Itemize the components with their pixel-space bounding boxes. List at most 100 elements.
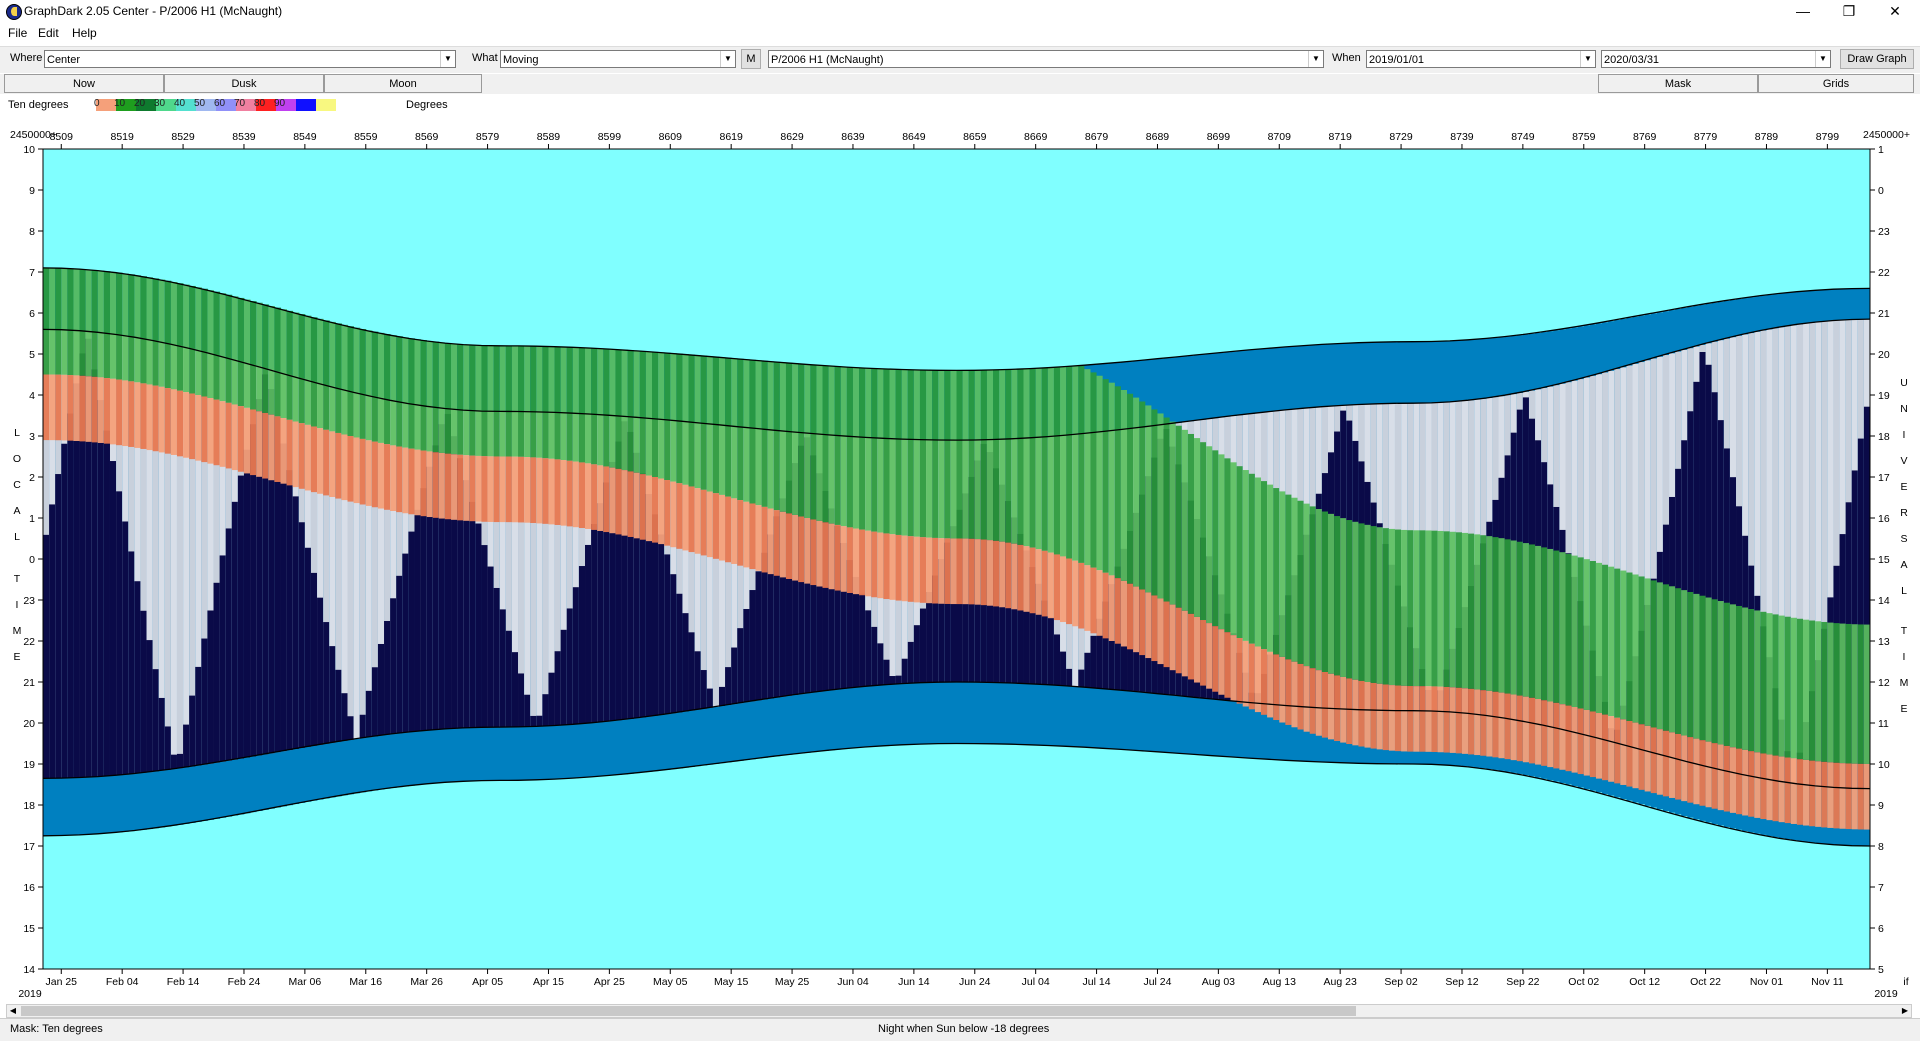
night-bar <box>475 523 482 728</box>
altitude-low-bar <box>1327 673 1335 740</box>
altitude-low-bar <box>396 446 403 513</box>
chevron-down-icon[interactable]: ▼ <box>720 51 735 67</box>
altitude-low-bar <box>639 474 647 540</box>
restore-button[interactable]: ❐ <box>1826 0 1872 24</box>
night-bar <box>664 554 671 715</box>
altitude-low-bar <box>944 538 951 604</box>
what-label: What <box>472 52 498 64</box>
altitude-low-bar <box>1309 668 1317 734</box>
legend-tick: 60 <box>214 98 226 109</box>
left-tick-label: 18 <box>23 800 35 812</box>
left-tick-label: 21 <box>23 677 35 689</box>
night-bar <box>511 652 519 728</box>
where-select[interactable]: Center ▼ <box>44 50 456 68</box>
tab-dusk[interactable]: Dusk <box>164 74 324 93</box>
tab-moon[interactable]: Moon <box>324 74 482 93</box>
altitude-green-bar <box>457 344 464 455</box>
night-bar <box>682 613 689 712</box>
night-bar <box>597 503 604 723</box>
altitude-green-bar <box>1157 413 1164 599</box>
altitude-low-bar <box>457 454 464 521</box>
altitude-low-bar <box>274 416 281 482</box>
horizontal-scrollbar[interactable]: ◀ ▶ <box>6 1004 1912 1018</box>
jd-tick-label: 8679 <box>1085 131 1109 143</box>
menu-edit[interactable]: Edit <box>38 26 59 40</box>
object-select[interactable]: P/2006 H1 (McNaught) ▼ <box>768 50 1324 68</box>
night-bar <box>280 443 287 752</box>
menu-help[interactable]: Help <box>72 26 97 40</box>
chevron-down-icon[interactable]: ▼ <box>1308 51 1323 67</box>
altitude-low-bar <box>390 445 397 511</box>
m-button[interactable]: M <box>741 49 761 69</box>
altitude-low-bar <box>1419 686 1426 752</box>
altitude-green-bar <box>913 369 921 537</box>
altitude-green-bar <box>438 342 446 453</box>
altitude-green-bar <box>834 366 842 525</box>
menu-file[interactable]: File <box>8 26 27 40</box>
tab-mask[interactable]: Mask <box>1598 74 1758 93</box>
altitude-low-bar <box>122 380 129 447</box>
right-axis-title-letter: U <box>1900 377 1908 389</box>
night-bar <box>292 496 300 749</box>
scroll-left-icon[interactable]: ◀ <box>7 1005 19 1017</box>
night-bar <box>926 591 933 683</box>
altitude-green-bar <box>176 283 184 391</box>
altitude-green-bar <box>268 306 275 415</box>
window-title: GraphDark 2.05 Center - P/2006 H1 (McNau… <box>24 4 283 18</box>
night-bar <box>518 673 525 727</box>
altitude-low-bar <box>676 483 683 549</box>
altitude-low-bar <box>1200 620 1207 686</box>
altitude-low-bar <box>1254 646 1262 713</box>
left-tick-label: 15 <box>23 923 35 935</box>
start-date-select[interactable]: 2019/01/01 ▼ <box>1366 50 1596 68</box>
altitude-green-bar <box>225 294 233 403</box>
tab-grids[interactable]: Grids <box>1758 74 1914 93</box>
altitude-green-bar <box>1340 518 1347 677</box>
chevron-down-icon[interactable]: ▼ <box>440 51 455 67</box>
altitude-green-bar <box>566 347 574 461</box>
altitude-low-bar <box>1528 697 1536 764</box>
altitude-low-bar <box>1242 640 1250 707</box>
altitude-low-bar <box>1589 711 1597 778</box>
tab-now[interactable]: Now <box>4 74 164 93</box>
altitude-green-bar <box>840 366 848 527</box>
minimize-button[interactable]: — <box>1780 0 1826 24</box>
altitude-low-bar <box>1376 683 1384 750</box>
end-date-select[interactable]: 2020/03/31 ▼ <box>1601 50 1831 68</box>
altitude-low-bar <box>359 438 367 505</box>
altitude-green-bar <box>201 288 208 397</box>
altitude-green-bar <box>122 273 129 381</box>
jd-tick-label: 8549 <box>293 131 317 143</box>
altitude-green-bar <box>390 335 397 446</box>
close-button[interactable]: ✕ <box>1872 0 1918 24</box>
scrollbar-thumb[interactable] <box>21 1006 1356 1016</box>
altitude-low-bar <box>1693 738 1700 805</box>
altitude-green-bar <box>1577 557 1585 709</box>
altitude-low-bar <box>341 434 348 501</box>
altitude-low-bar <box>852 528 860 595</box>
chevron-down-icon[interactable]: ▼ <box>1580 51 1595 67</box>
altitude-green-bar <box>170 282 178 390</box>
altitude-low-bar <box>974 539 982 605</box>
altitude-green-bar <box>895 369 903 535</box>
altitude-green-bar <box>1827 622 1834 763</box>
scroll-right-icon[interactable]: ▶ <box>1899 1005 1911 1017</box>
altitude-low-bar <box>591 464 598 530</box>
right-tick-label: 12 <box>1878 677 1890 689</box>
altitude-green-bar <box>956 370 963 539</box>
altitude-green-bar <box>792 363 799 515</box>
altitude-green-bar <box>1352 521 1359 680</box>
altitude-low-bar <box>1273 654 1280 721</box>
what-select[interactable]: Moving ▼ <box>500 50 736 68</box>
altitude-green-bar <box>505 345 513 457</box>
altitude-green-bar <box>877 368 884 533</box>
draw-graph-button[interactable]: Draw Graph <box>1840 49 1914 69</box>
night-bar <box>183 724 190 768</box>
right-axis-title-letter: A <box>1900 559 1907 571</box>
altitude-green-bar <box>134 275 141 383</box>
date-tick-label: Feb 24 <box>228 976 261 988</box>
altitude-green-bar <box>475 345 482 456</box>
chevron-down-icon[interactable]: ▼ <box>1815 51 1830 67</box>
where-label: Where <box>10 52 43 64</box>
altitude-low-bar <box>1060 556 1067 623</box>
